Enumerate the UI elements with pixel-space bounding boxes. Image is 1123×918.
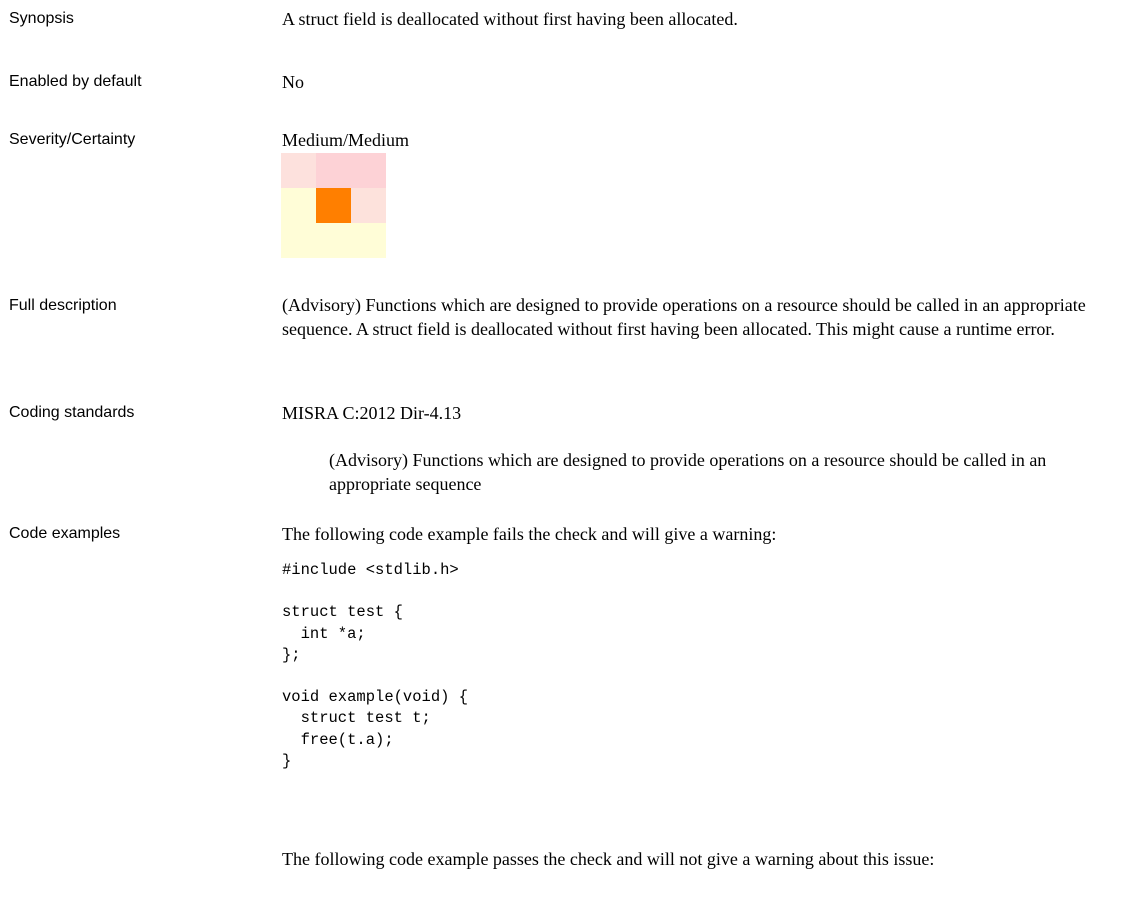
synopsis-label: Synopsis bbox=[9, 10, 74, 27]
full-description-text: (Advisory) Functions which are designed … bbox=[282, 295, 1086, 339]
matrix-cell bbox=[316, 153, 351, 188]
passing-example-intro: The following code example passes the ch… bbox=[282, 849, 935, 869]
full-description-label: Full description bbox=[9, 297, 117, 314]
severity-certainty-label: Severity/Certainty bbox=[9, 131, 136, 148]
code-examples-label: Code examples bbox=[9, 525, 121, 542]
matrix-cell bbox=[316, 223, 351, 258]
severity-certainty-matrix bbox=[281, 153, 386, 258]
matrix-cell bbox=[281, 188, 316, 223]
coding-standard-description: (Advisory) Functions which are designed … bbox=[329, 450, 1047, 494]
failing-example-intro: The following code example fails the che… bbox=[282, 524, 777, 544]
failing-code-example: #include <stdlib.h> struct test { int *a… bbox=[282, 561, 469, 770]
matrix-cell bbox=[351, 153, 386, 188]
matrix-cell-highlighted bbox=[316, 188, 351, 223]
coding-standards-label: Coding standards bbox=[9, 404, 135, 421]
coding-standard-id: MISRA C:2012 Dir-4.13 bbox=[282, 403, 462, 423]
matrix-cell bbox=[281, 223, 316, 258]
matrix-cell bbox=[351, 223, 386, 258]
enabled-by-default-label: Enabled by default bbox=[9, 73, 142, 90]
matrix-cell bbox=[351, 188, 386, 223]
enabled-by-default-value: No bbox=[282, 72, 304, 92]
severity-certainty-value: Medium/Medium bbox=[282, 130, 409, 150]
synopsis-text: A struct field is deallocated without fi… bbox=[282, 9, 738, 29]
matrix-cell bbox=[281, 153, 316, 188]
